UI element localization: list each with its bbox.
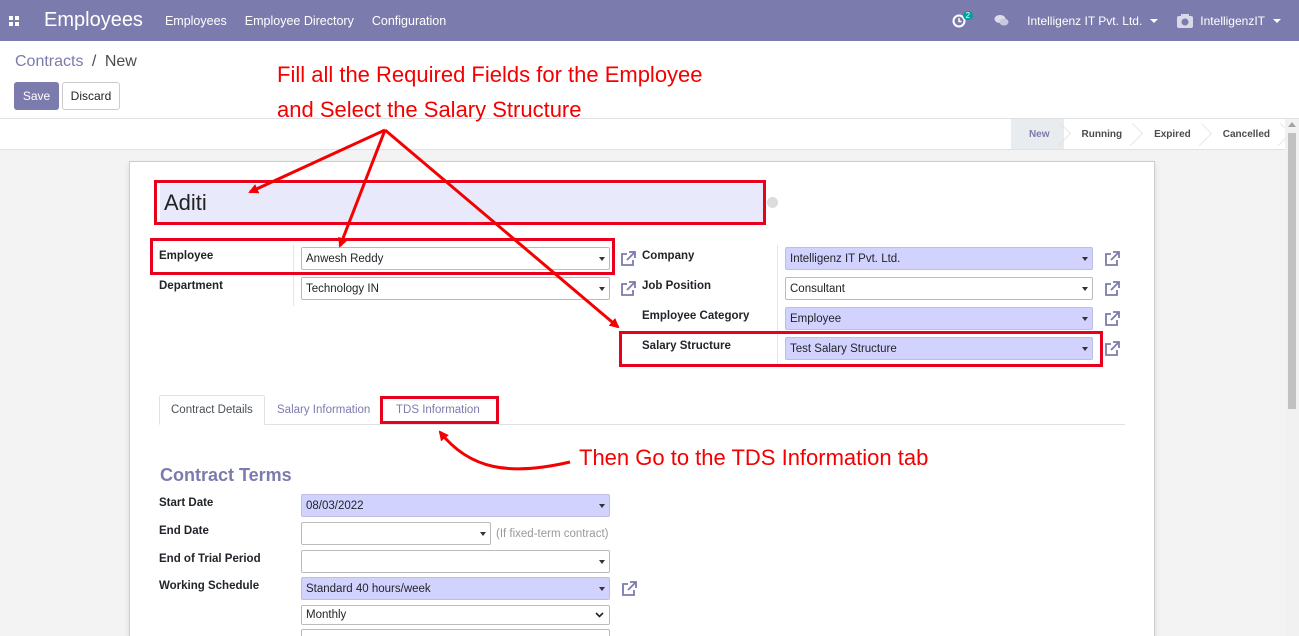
company-field[interactable]: Intelligenz IT Pvt. Ltd.: [785, 247, 1093, 270]
menu-employees[interactable]: Employees: [165, 14, 227, 28]
highlight-salary-structure-box: [619, 331, 1103, 367]
start-date-value: 08/03/2022: [306, 499, 364, 512]
company-label: Company: [642, 250, 695, 262]
external-link-icon[interactable]: [1104, 311, 1120, 327]
status-dot: [767, 197, 778, 208]
department-label: Department: [159, 280, 223, 292]
company-value: Intelligenz IT Pvt. Ltd.: [790, 252, 901, 265]
working-schedule-value: Standard 40 hours/week: [306, 582, 431, 595]
stage-expired[interactable]: Expired: [1136, 119, 1205, 149]
end-date-hint: (If fixed-term contract): [496, 528, 609, 540]
job-position-value: Consultant: [790, 282, 845, 295]
external-link-icon[interactable]: [1104, 281, 1120, 297]
highlight-name-box: [154, 180, 766, 225]
stage-cancelled[interactable]: Cancelled: [1205, 119, 1284, 149]
user-avatar-icon: [1177, 13, 1194, 28]
scroll-up-icon[interactable]: [1288, 122, 1296, 127]
activity-badge: 2: [962, 11, 974, 20]
tab-salary-information[interactable]: Salary Information: [266, 395, 381, 425]
user-menu[interactable]: IntelligenzIT: [1176, 13, 1281, 29]
scrollbar[interactable]: [1285, 119, 1299, 636]
start-date-field[interactable]: 08/03/2022: [301, 494, 610, 517]
external-link-icon[interactable]: [1104, 251, 1120, 267]
company-switcher[interactable]: Intelligenz IT Pvt. Ltd.: [1027, 13, 1159, 28]
company-name: Intelligenz IT Pvt. Ltd.: [1027, 13, 1143, 28]
dropdown-caret-icon: [599, 287, 605, 291]
chevron-down-icon: [1150, 18, 1159, 23]
breadcrumb-current: New: [104, 53, 137, 70]
external-link-icon[interactable]: [620, 281, 636, 297]
tab-instruction-text: Then Go to the TDS Information tab: [579, 445, 929, 470]
employee-category-label: Employee Category: [642, 310, 750, 322]
dropdown-caret-icon: [599, 560, 605, 564]
dropdown-caret-icon: [1082, 317, 1088, 321]
chat-icon: [994, 15, 1009, 26]
app-title[interactable]: Employees: [44, 9, 143, 32]
department-field[interactable]: Technology IN: [301, 277, 610, 300]
chevron-down-icon: [1273, 18, 1281, 23]
user-name: IntelligenzIT: [1200, 13, 1265, 28]
stage-new[interactable]: New: [1010, 119, 1064, 149]
employee-category-field[interactable]: Employee: [785, 307, 1093, 330]
external-link-icon[interactable]: [620, 251, 636, 267]
trial-end-field[interactable]: [301, 550, 610, 573]
trial-end-label: End of Trial Period: [159, 553, 261, 565]
employee-category-value: Employee: [790, 312, 842, 325]
scroll-thumb[interactable]: [1288, 133, 1296, 409]
dropdown-caret-icon: [599, 587, 605, 591]
breadcrumb-contracts[interactable]: Contracts: [15, 53, 83, 70]
activity-button[interactable]: 2: [952, 11, 976, 28]
discard-button[interactable]: Discard: [62, 82, 120, 110]
external-link-icon[interactable]: [1104, 341, 1120, 357]
dropdown-caret-icon: [1082, 287, 1088, 291]
dropdown-caret-icon: [599, 504, 605, 508]
job-position-field[interactable]: Consultant: [785, 277, 1093, 300]
dropdown-caret-icon: [480, 532, 486, 536]
messages-button[interactable]: [994, 14, 1009, 27]
status-bar: New Running Expired Cancelled: [1010, 119, 1284, 149]
end-date-label: End Date: [159, 525, 209, 537]
working-schedule-field[interactable]: Standard 40 hours/week: [301, 577, 610, 600]
end-date-field[interactable]: [301, 522, 491, 545]
menu-configuration[interactable]: Configuration: [372, 14, 446, 28]
job-position-label: Job Position: [642, 280, 711, 292]
next-field[interactable]: [301, 629, 610, 636]
apps-menu-icon[interactable]: [0, 0, 28, 41]
statusbar-row: New Running Expired Cancelled: [0, 119, 1299, 150]
stage-running[interactable]: Running: [1064, 119, 1137, 149]
instruction-text-line2: and Select the Salary Structure: [277, 97, 582, 122]
highlight-tds-tab-box: [380, 396, 499, 424]
tab-contract-details[interactable]: Contract Details: [159, 395, 265, 425]
contract-terms-title: Contract Terms: [160, 465, 292, 485]
breadcrumb: Contracts / New: [15, 53, 137, 71]
top-navbar: Employees Employees Employee Directory C…: [0, 0, 1299, 41]
pay-frequency-value: Monthly: [306, 609, 347, 621]
external-link-icon[interactable]: [621, 581, 637, 597]
dropdown-caret-icon: [1082, 257, 1088, 261]
instruction-text-line1: Fill all the Required Fields for the Emp…: [277, 62, 703, 87]
working-schedule-label: Working Schedule: [159, 580, 260, 592]
menu-employee-directory[interactable]: Employee Directory: [245, 14, 354, 28]
chevron-down-icon: [595, 612, 604, 618]
start-date-label: Start Date: [159, 497, 214, 509]
pay-frequency-select[interactable]: Monthly: [301, 605, 610, 625]
highlight-employee-box: [150, 238, 615, 275]
breadcrumb-separator: /: [91, 53, 97, 70]
department-value: Technology IN: [306, 282, 379, 295]
save-button[interactable]: Save: [14, 82, 59, 110]
